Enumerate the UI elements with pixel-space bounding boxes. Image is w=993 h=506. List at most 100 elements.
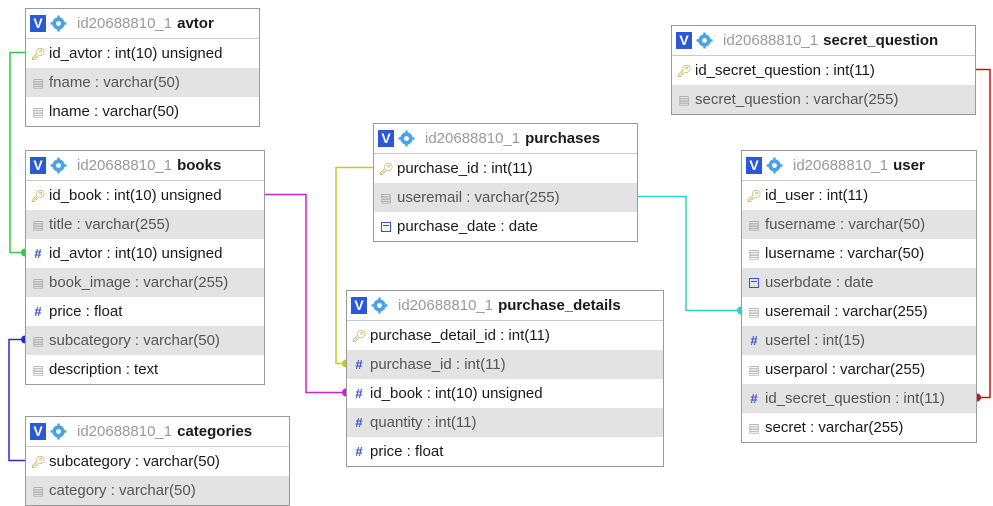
toggle-columns-button[interactable]: V <box>30 15 46 32</box>
toggle-columns-button[interactable]: V <box>30 157 46 174</box>
table-title: id20688810_1 books <box>77 157 221 174</box>
column-icon: ▤ <box>748 420 760 435</box>
hash-icon: # <box>355 357 363 372</box>
column-row[interactable]: ▤ title : varchar(255) <box>26 210 264 239</box>
column-row[interactable]: ▤ fname : varchar(50) <box>26 68 259 97</box>
column-row[interactable]: ▤ useremail : varchar(255) <box>742 297 976 326</box>
table-secret-question[interactable]: Vid20688810_1 secret_question 🔑︎ id_secret_… <box>671 25 976 115</box>
table-categories[interactable]: Vid20688810_1 categories 🔑︎ subcategory : v… <box>25 416 290 506</box>
column-row[interactable]: ▤ lname : varchar(50) <box>26 97 259 126</box>
table-purchase-details[interactable]: Vid20688810_1 purchase_details 🔑︎ purchase_… <box>346 290 664 467</box>
gear-icon[interactable] <box>696 32 713 49</box>
column-row[interactable]: 🔑︎ purchase_id : int(11) <box>374 154 637 183</box>
toggle-columns-button[interactable]: V <box>378 130 394 147</box>
column-icon: ▤ <box>748 217 760 232</box>
relation-line[interactable] <box>9 51 25 254</box>
column-label: title : varchar(255) <box>49 216 170 233</box>
column-icon: ▤ <box>32 362 44 377</box>
database-prefix: id20688810_1 <box>723 32 819 49</box>
database-prefix: id20688810_1 <box>398 297 494 314</box>
toggle-columns-button[interactable]: V <box>746 157 762 174</box>
toggle-columns-button[interactable]: V <box>30 423 46 440</box>
table-title: id20688810_1 avtor <box>77 15 214 32</box>
column-row[interactable]: ▤ useremail : varchar(255) <box>374 183 637 212</box>
column-row[interactable]: ▤ userparol : varchar(255) <box>742 355 976 384</box>
table-header[interactable]: Vid20688810_1 books <box>26 151 264 181</box>
relation-line[interactable] <box>265 193 346 394</box>
gear-icon[interactable] <box>50 15 67 32</box>
key-icon: 🔑︎ <box>30 188 46 203</box>
toggle-columns-button[interactable]: V <box>351 297 367 314</box>
database-prefix: id20688810_1 <box>77 157 173 174</box>
column-label: purchase_id : int(11) <box>370 356 506 373</box>
column-row[interactable]: # price : float <box>26 297 264 326</box>
table-header[interactable]: Vid20688810_1 avtor <box>26 9 259 39</box>
table-avtor[interactable]: Vid20688810_1 avtor 🔑︎ id_avtor : int(10) u… <box>25 8 260 127</box>
column-row[interactable]: ▤ book_image : varchar(255) <box>26 268 264 297</box>
table-user[interactable]: Vid20688810_1 user 🔑︎ id_user : int(11) ▤ fus… <box>741 150 977 443</box>
key-icon: 🔑︎ <box>676 63 692 78</box>
column-label: price : float <box>49 303 123 320</box>
column-label: subcategory : varchar(50) <box>49 453 220 470</box>
gear-icon[interactable] <box>50 423 67 440</box>
gear-icon[interactable] <box>371 297 388 314</box>
table-header[interactable]: Vid20688810_1 user <box>742 151 976 181</box>
column-row[interactable]: 🔑︎ id_book : int(10) unsigned <box>26 181 264 210</box>
column-row[interactable]: 🔑︎ purchase_detail_id : int(11) <box>347 321 663 350</box>
column-label: fname : varchar(50) <box>49 74 180 91</box>
column-row[interactable]: ▤ description : text <box>26 355 264 384</box>
column-label: id_avtor : int(10) unsigned <box>49 245 223 262</box>
column-row[interactable]: # id_avtor : int(10) unsigned <box>26 239 264 268</box>
hash-icon: # <box>34 304 42 319</box>
date-icon <box>380 221 392 232</box>
column-label: secret : varchar(255) <box>765 419 904 436</box>
column-label: secret_question : varchar(255) <box>695 91 899 108</box>
table-header[interactable]: Vid20688810_1 purchase_details <box>347 291 663 321</box>
table-header[interactable]: Vid20688810_1 secret_question <box>672 26 975 56</box>
relation-line[interactable] <box>8 338 25 462</box>
column-label: usertel : int(15) <box>765 332 866 349</box>
column-icon: ▤ <box>32 104 44 119</box>
column-label: fusername : varchar(50) <box>765 216 926 233</box>
key-icon: 🔑︎ <box>746 188 762 203</box>
key-icon: 🔑︎ <box>30 454 46 469</box>
column-row[interactable]: userbdate : date <box>742 268 976 297</box>
gear-icon[interactable] <box>766 157 783 174</box>
column-row[interactable]: ▤ fusername : varchar(50) <box>742 210 976 239</box>
hash-icon: # <box>750 391 758 406</box>
table-header[interactable]: Vid20688810_1 purchases <box>374 124 637 154</box>
table-name: avtor <box>177 15 214 32</box>
table-name: secret_question <box>823 32 939 49</box>
column-label: purchase_date : date <box>397 218 538 235</box>
column-row[interactable]: # quantity : int(11) <box>347 408 663 437</box>
column-icon: ▤ <box>748 362 760 377</box>
column-row[interactable]: 🔑︎ id_user : int(11) <box>742 181 976 210</box>
column-row[interactable]: 🔑︎ subcategory : varchar(50) <box>26 447 289 476</box>
column-label: price : float <box>370 443 444 460</box>
column-row[interactable]: # id_book : int(10) unsigned <box>347 379 663 408</box>
table-books[interactable]: Vid20688810_1 books 🔑︎ id_book : int(10) un… <box>25 150 265 385</box>
column-row[interactable]: ▤ secret_question : varchar(255) <box>672 85 975 114</box>
column-label: book_image : varchar(255) <box>49 274 229 291</box>
column-row[interactable]: ▤ subcategory : varchar(50) <box>26 326 264 355</box>
column-row[interactable]: ▤ lusername : varchar(50) <box>742 239 976 268</box>
hash-icon: # <box>355 444 363 459</box>
column-row[interactable]: # purchase_id : int(11) <box>347 350 663 379</box>
column-row[interactable]: # price : float <box>347 437 663 466</box>
table-purchases[interactable]: Vid20688810_1 purchases 🔑︎ purchase_id : in… <box>373 123 638 242</box>
column-row[interactable]: 🔑︎ id_avtor : int(10) unsigned <box>26 39 259 68</box>
table-title: id20688810_1 user <box>793 157 925 174</box>
column-row[interactable]: # usertel : int(15) <box>742 326 976 355</box>
column-row[interactable]: ▤ category : varchar(50) <box>26 476 289 505</box>
column-row[interactable]: purchase_date : date <box>374 212 637 241</box>
relation-line[interactable] <box>976 68 991 399</box>
gear-icon[interactable] <box>398 130 415 147</box>
column-row[interactable]: ▤ secret : varchar(255) <box>742 413 976 442</box>
toggle-columns-button[interactable]: V <box>676 32 692 49</box>
column-label: useremail : varchar(255) <box>765 303 928 320</box>
column-row[interactable]: # id_secret_question : int(11) <box>742 384 976 413</box>
table-name: categories <box>177 423 253 440</box>
column-row[interactable]: 🔑︎ id_secret_question : int(11) <box>672 56 975 85</box>
gear-icon[interactable] <box>50 157 67 174</box>
table-header[interactable]: Vid20688810_1 categories <box>26 417 289 447</box>
